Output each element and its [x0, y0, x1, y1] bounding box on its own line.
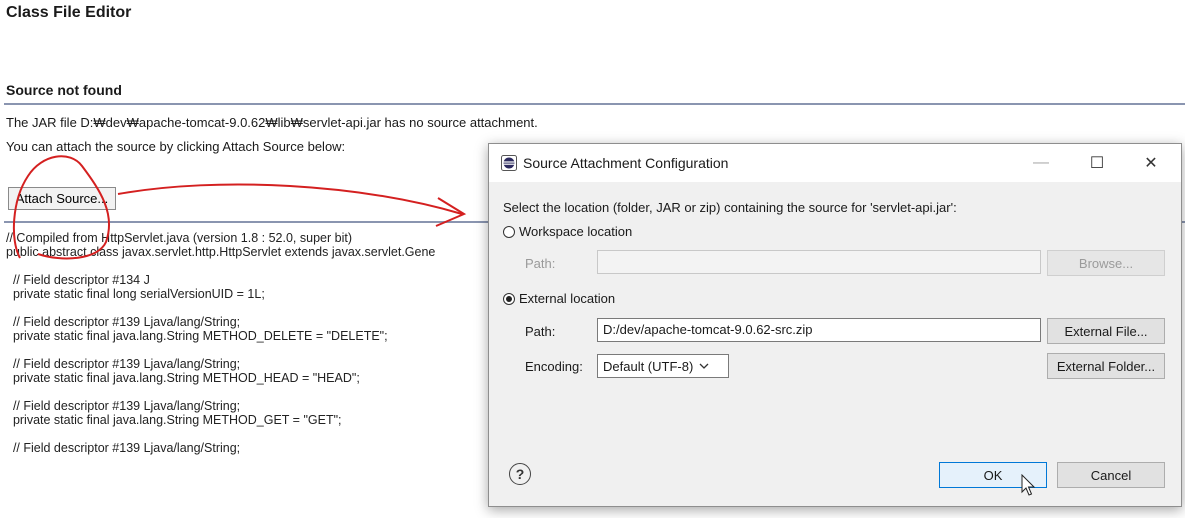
- attach-source-button[interactable]: Attach Source...: [8, 187, 116, 210]
- section-title: Source not found: [6, 82, 122, 98]
- source-attachment-dialog: Source Attachment Configuration — ☐ ✕ Se…: [488, 143, 1182, 507]
- source-message-line1: The JAR file D:₩dev₩apache-tomcat-9.0.62…: [6, 115, 538, 130]
- maximize-button[interactable]: ☐: [1077, 149, 1117, 177]
- external-location-label: External location: [519, 291, 616, 306]
- workspace-path-label: Path:: [525, 256, 556, 271]
- workspace-location-radio[interactable]: Workspace location: [503, 224, 632, 239]
- chevron-down-icon: [699, 363, 709, 369]
- encoding-value: Default (UTF-8): [603, 358, 694, 374]
- external-file-button[interactable]: External File...: [1047, 318, 1165, 344]
- radio-checked-icon: [503, 292, 515, 305]
- source-message-line2: You can attach the source by clicking At…: [6, 139, 346, 154]
- encoding-select[interactable]: Default (UTF-8): [597, 354, 729, 378]
- close-button[interactable]: ✕: [1131, 149, 1171, 177]
- encoding-label: Encoding:: [525, 359, 583, 374]
- workspace-path-field[interactable]: [597, 250, 1041, 274]
- workspace-location-label: Workspace location: [519, 224, 633, 239]
- external-location-radio[interactable]: External location: [503, 291, 615, 306]
- external-path-label: Path:: [525, 324, 556, 339]
- decompiled-code: // Compiled from HttpServlet.java (versi…: [6, 231, 436, 455]
- external-path-field[interactable]: D:/dev/apache-tomcat-9.0.62-src.zip: [597, 318, 1041, 342]
- eclipse-icon: [501, 155, 517, 171]
- editor-title: Class File Editor: [6, 4, 132, 21]
- browse-button[interactable]: Browse...: [1047, 250, 1165, 276]
- section-divider: [4, 103, 1185, 105]
- help-icon[interactable]: ?: [509, 463, 531, 485]
- dialog-title: Source Attachment Configuration: [523, 155, 729, 171]
- external-folder-button[interactable]: External Folder...: [1047, 353, 1165, 379]
- cancel-button[interactable]: Cancel: [1057, 462, 1165, 488]
- dialog-instruction: Select the location (folder, JAR or zip)…: [503, 200, 957, 215]
- minimize-button[interactable]: —: [1021, 149, 1061, 177]
- mouse-pointer-icon: [1021, 474, 1036, 496]
- dialog-titlebar: Source Attachment Configuration — ☐ ✕: [489, 144, 1181, 182]
- radio-unchecked-icon: [503, 225, 515, 238]
